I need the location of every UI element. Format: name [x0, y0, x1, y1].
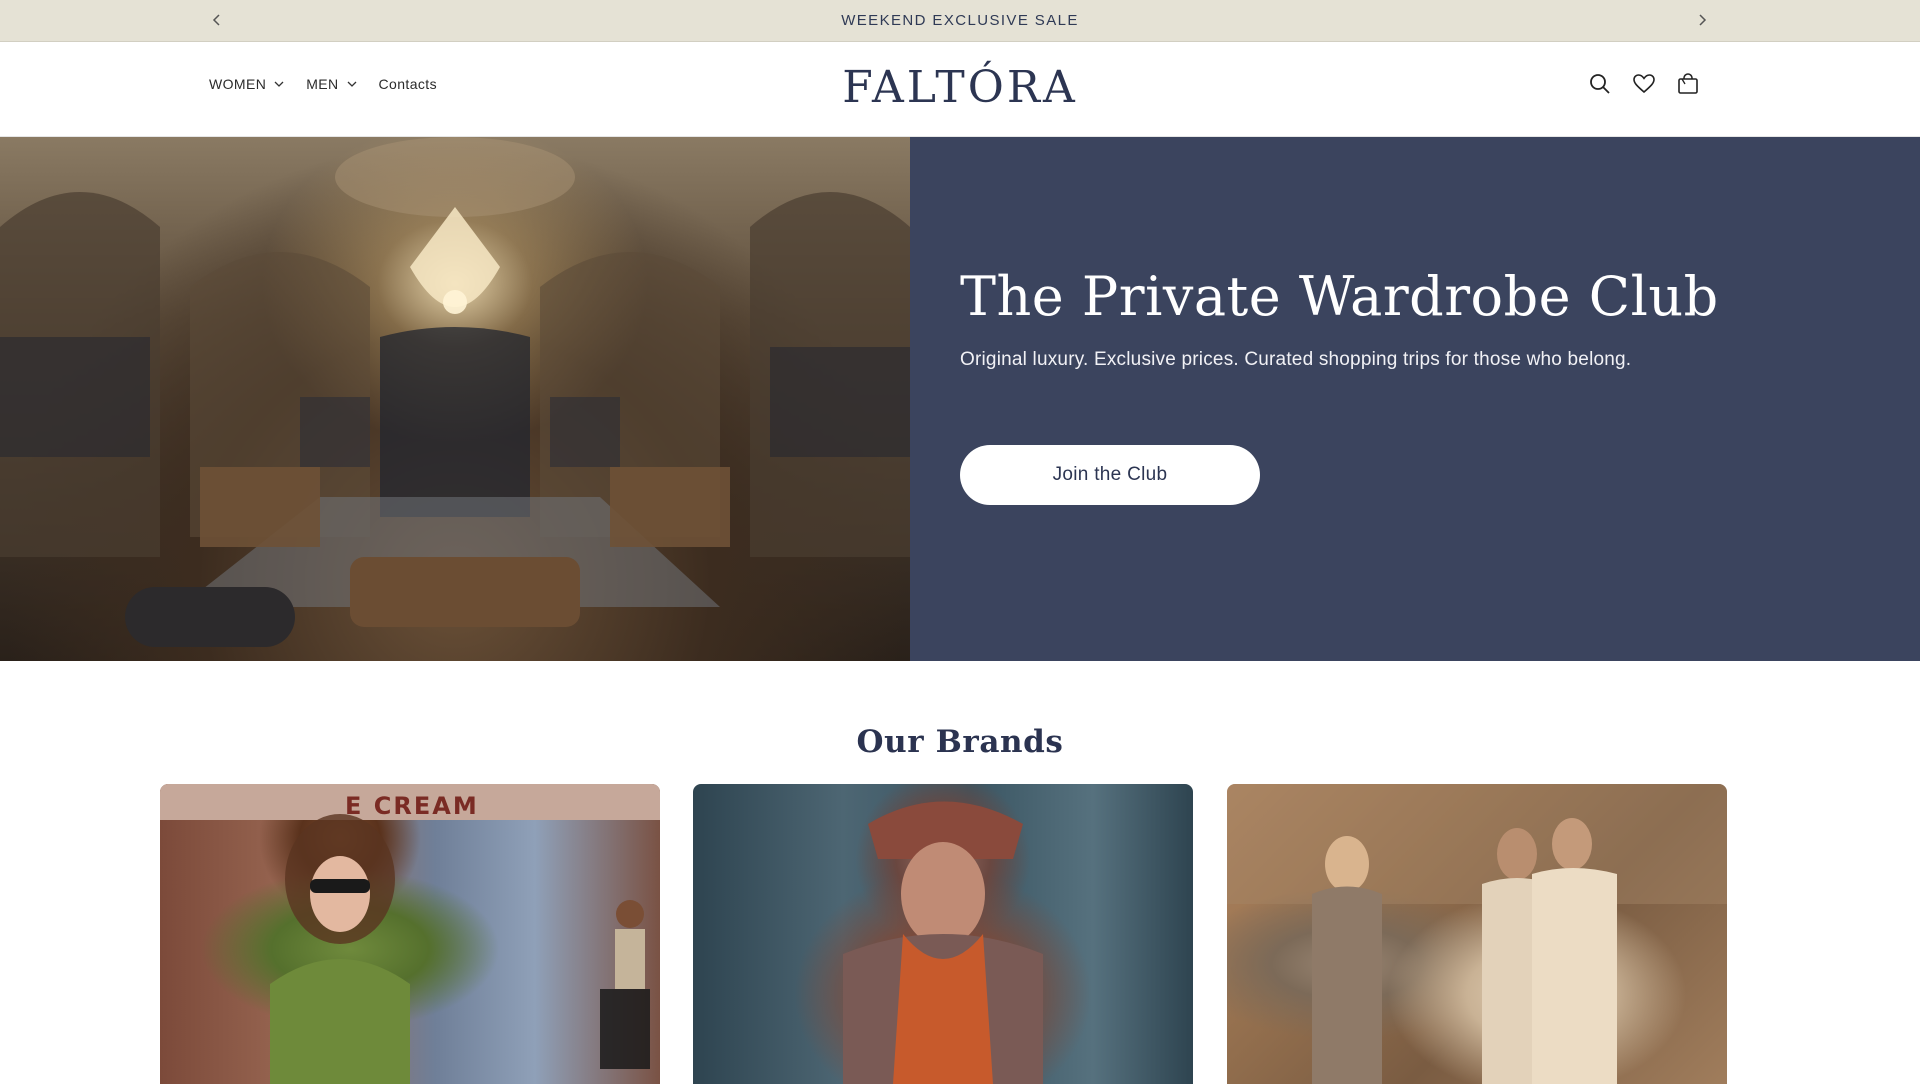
hero-image — [0, 137, 910, 661]
header-actions — [1588, 70, 1700, 98]
announcement-bar: WEEKEND EXCLUSIVE SALE — [0, 0, 1920, 42]
hero-panel: The Private Wardrobe Club Original luxur… — [910, 137, 1920, 661]
brand-card-illustration — [1227, 784, 1727, 1084]
search-icon[interactable] — [1588, 70, 1612, 98]
bag-icon[interactable] — [1676, 70, 1700, 98]
site-header: WOMEN MEN Contacts FALTÓRA — [0, 42, 1920, 137]
chevron-right-icon[interactable] — [1690, 8, 1714, 32]
hero-section: The Private Wardrobe Club Original luxur… — [0, 137, 1920, 661]
brands-title: Our Brands — [856, 724, 1064, 760]
brand-card[interactable] — [1227, 784, 1727, 1084]
brand-card[interactable] — [693, 784, 1193, 1084]
join-club-button[interactable]: Join the Club — [960, 445, 1260, 505]
announcement-text: WEEKEND EXCLUSIVE SALE — [841, 12, 1079, 29]
hero-title: The Private Wardrobe Club — [960, 265, 1719, 328]
brand-card-illustration — [270, 814, 650, 1084]
brand-card[interactable]: E CREAM — [160, 784, 660, 1084]
hero-image-illustration — [0, 137, 910, 647]
chevron-left-icon[interactable] — [205, 8, 229, 32]
heart-icon[interactable] — [1632, 70, 1656, 98]
brand-card-illustration — [843, 801, 1043, 1084]
hero-subtitle: Original luxury. Exclusive prices. Curat… — [960, 349, 1632, 370]
